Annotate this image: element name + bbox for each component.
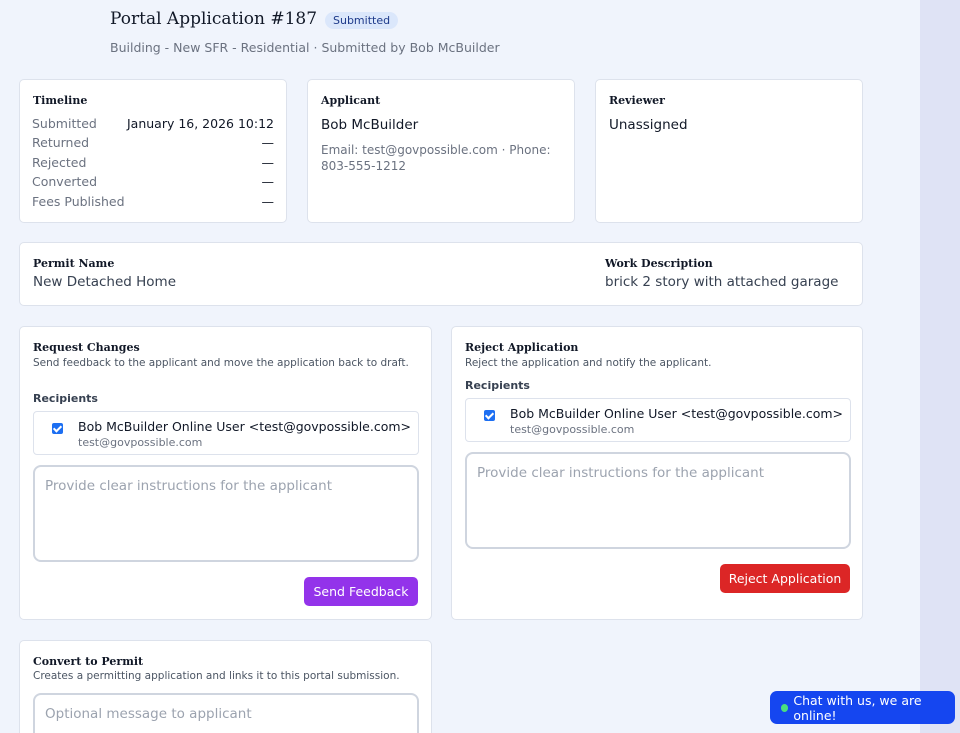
recipient-option[interactable]: Bob McBuilder Online User <test@govpossi… <box>33 411 419 455</box>
recipient-checkbox[interactable] <box>484 410 495 421</box>
timeline-value: — <box>261 135 275 150</box>
permit-name-value: New Detached Home <box>33 274 177 290</box>
request-changes-description: Send feedback to the applicant and move … <box>33 357 409 369</box>
recipient-email: test@govpossible.com <box>510 423 635 436</box>
status-badge: Submitted <box>325 12 399 29</box>
feedback-textarea[interactable]: Provide clear instructions for the appli… <box>33 465 419 562</box>
timeline-label: Submitted <box>32 116 97 131</box>
request-changes-heading: Request Changes <box>33 341 140 354</box>
recipient-option[interactable]: Bob McBuilder Online User <test@govpossi… <box>465 398 851 442</box>
reviewer-value: Unassigned <box>609 117 688 133</box>
applicant-card: Applicant Bob McBuilder Email: test@govp… <box>307 79 575 223</box>
applicant-heading: Applicant <box>321 94 381 107</box>
work-description-value: brick 2 story with attached garage <box>605 274 839 290</box>
timeline-card: Timeline Submitted January 16, 2026 10:1… <box>19 79 287 223</box>
timeline-label: Converted <box>32 174 98 189</box>
timeline-row-submitted: Submitted January 16, 2026 10:12 <box>32 116 274 131</box>
chat-button[interactable]: Chat with us, we are online! <box>770 691 955 724</box>
reject-application-heading: Reject Application <box>465 341 579 354</box>
timeline-value: — <box>261 194 275 209</box>
timeline-row-converted: Converted — <box>32 174 274 189</box>
chat-label: Chat with us, we are online! <box>793 692 922 723</box>
permit-name-heading: Permit Name <box>33 257 115 270</box>
scrollbar-track[interactable] <box>920 0 960 733</box>
recipient-checkbox[interactable] <box>52 423 63 434</box>
reviewer-card: Reviewer Unassigned <box>595 79 863 223</box>
rejection-reason-textarea[interactable]: Provide clear instructions for the appli… <box>465 452 851 549</box>
page-background: Portal Application #187 Submitted Buildi… <box>0 0 920 733</box>
online-status-icon <box>781 703 789 712</box>
applicant-contact: Email: test@govpossible.com · Phone: 803… <box>321 143 551 173</box>
reject-application-card: Reject Application Reject the applicatio… <box>451 326 863 620</box>
page-subtitle: Building - New SFR - Residential · Submi… <box>110 40 500 55</box>
optional-message-textarea[interactable]: Optional message to applicant <box>33 693 419 733</box>
timeline-value: January 16, 2026 10:12 <box>126 116 274 131</box>
convert-heading: Convert to Permit <box>33 655 144 668</box>
timeline-label: Returned <box>32 135 90 150</box>
timeline-row-rejected: Rejected — <box>32 155 274 170</box>
page-title: Portal Application #187 <box>110 9 318 29</box>
recipient-name: Bob McBuilder Online User <test@govpossi… <box>78 419 412 434</box>
timeline-value: — <box>261 174 275 189</box>
reject-application-button[interactable]: Reject Application <box>720 564 850 593</box>
timeline-row-returned: Returned — <box>32 135 274 150</box>
convert-description: Creates a permitting application and lin… <box>33 670 400 682</box>
convert-to-permit-card: Convert to Permit Creates a permitting a… <box>19 640 432 733</box>
timeline-row-fees-published: Fees Published — <box>32 194 274 209</box>
timeline-heading: Timeline <box>33 94 88 107</box>
permit-details-card: Permit Name New Detached Home Work Descr… <box>19 242 863 306</box>
recipient-email: test@govpossible.com <box>78 436 203 449</box>
reject-application-description: Reject the application and notify the ap… <box>465 357 712 369</box>
recipient-name: Bob McBuilder Online User <test@govpossi… <box>510 406 844 421</box>
reviewer-heading: Reviewer <box>609 94 665 107</box>
send-feedback-button[interactable]: Send Feedback <box>304 577 418 606</box>
recipients-label: Recipients <box>33 392 98 405</box>
timeline-label: Rejected <box>32 155 87 170</box>
recipients-label: Recipients <box>465 379 530 392</box>
work-description-heading: Work Description <box>605 257 713 270</box>
timeline-value: — <box>261 155 275 170</box>
applicant-name: Bob McBuilder <box>321 117 419 133</box>
timeline-label: Fees Published <box>32 194 125 209</box>
request-changes-card: Request Changes Send feedback to the app… <box>19 326 432 620</box>
